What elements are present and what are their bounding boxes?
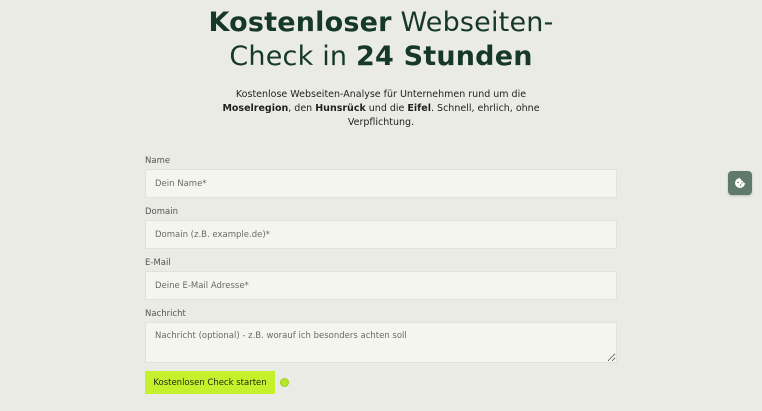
status-indicator-icon [280, 378, 289, 387]
subtitle-text: Kostenlose Webseiten-Analyse für Unterne… [235, 89, 527, 100]
name-input[interactable] [145, 169, 617, 198]
name-label: Name [145, 156, 171, 166]
subtitle-highlight: Moselregion [222, 103, 289, 114]
subtitle-highlight: Eifel [407, 103, 432, 114]
hero-section: Kostenloser Webseiten- Check in 24 Stund… [0, 6, 762, 130]
subtitle-highlight: Hunsrück [315, 103, 366, 114]
title-bold-part: 24 Stunden [356, 41, 533, 72]
message-label: Nachricht [145, 309, 186, 319]
page-subtitle: Kostenlose Webseiten-Analyse für Unterne… [221, 88, 541, 130]
submit-button[interactable]: Kostenlosen Check starten [145, 371, 275, 394]
form-actions: Kostenlosen Check starten [145, 371, 617, 394]
domain-label: Domain [145, 207, 178, 217]
domain-input[interactable] [145, 220, 617, 249]
page: Kostenloser Webseiten- Check in 24 Stund… [0, 0, 762, 411]
cookie-settings-button[interactable] [728, 171, 752, 195]
subtitle-text: , den [288, 103, 316, 114]
title-bold-part: Kostenloser [208, 7, 392, 38]
cookie-icon [735, 178, 745, 188]
message-textarea[interactable] [145, 322, 617, 363]
email-input[interactable] [145, 271, 617, 300]
website-check-form: Name Domain E-Mail Nachricht Kostenlosen… [145, 155, 617, 394]
title-regular-part: Webseiten- [391, 7, 554, 38]
title-regular-part: Check in [229, 41, 356, 72]
subtitle-text: und die [365, 103, 408, 114]
email-label: E-Mail [145, 258, 171, 268]
page-title: Kostenloser Webseiten- Check in 24 Stund… [0, 6, 762, 74]
